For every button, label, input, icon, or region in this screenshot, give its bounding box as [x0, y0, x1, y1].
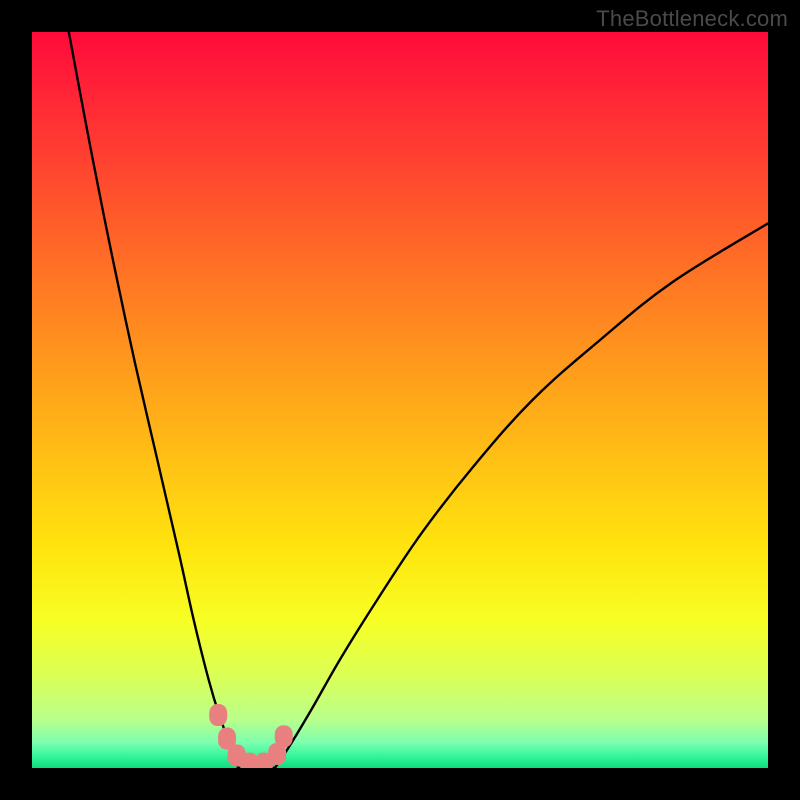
chart-svg — [32, 32, 768, 768]
chart-frame: TheBottleneck.com — [0, 0, 800, 800]
curve-marker — [209, 704, 227, 726]
curve-marker — [275, 725, 293, 747]
plot-area — [32, 32, 768, 768]
watermark-text: TheBottleneck.com — [596, 6, 788, 32]
